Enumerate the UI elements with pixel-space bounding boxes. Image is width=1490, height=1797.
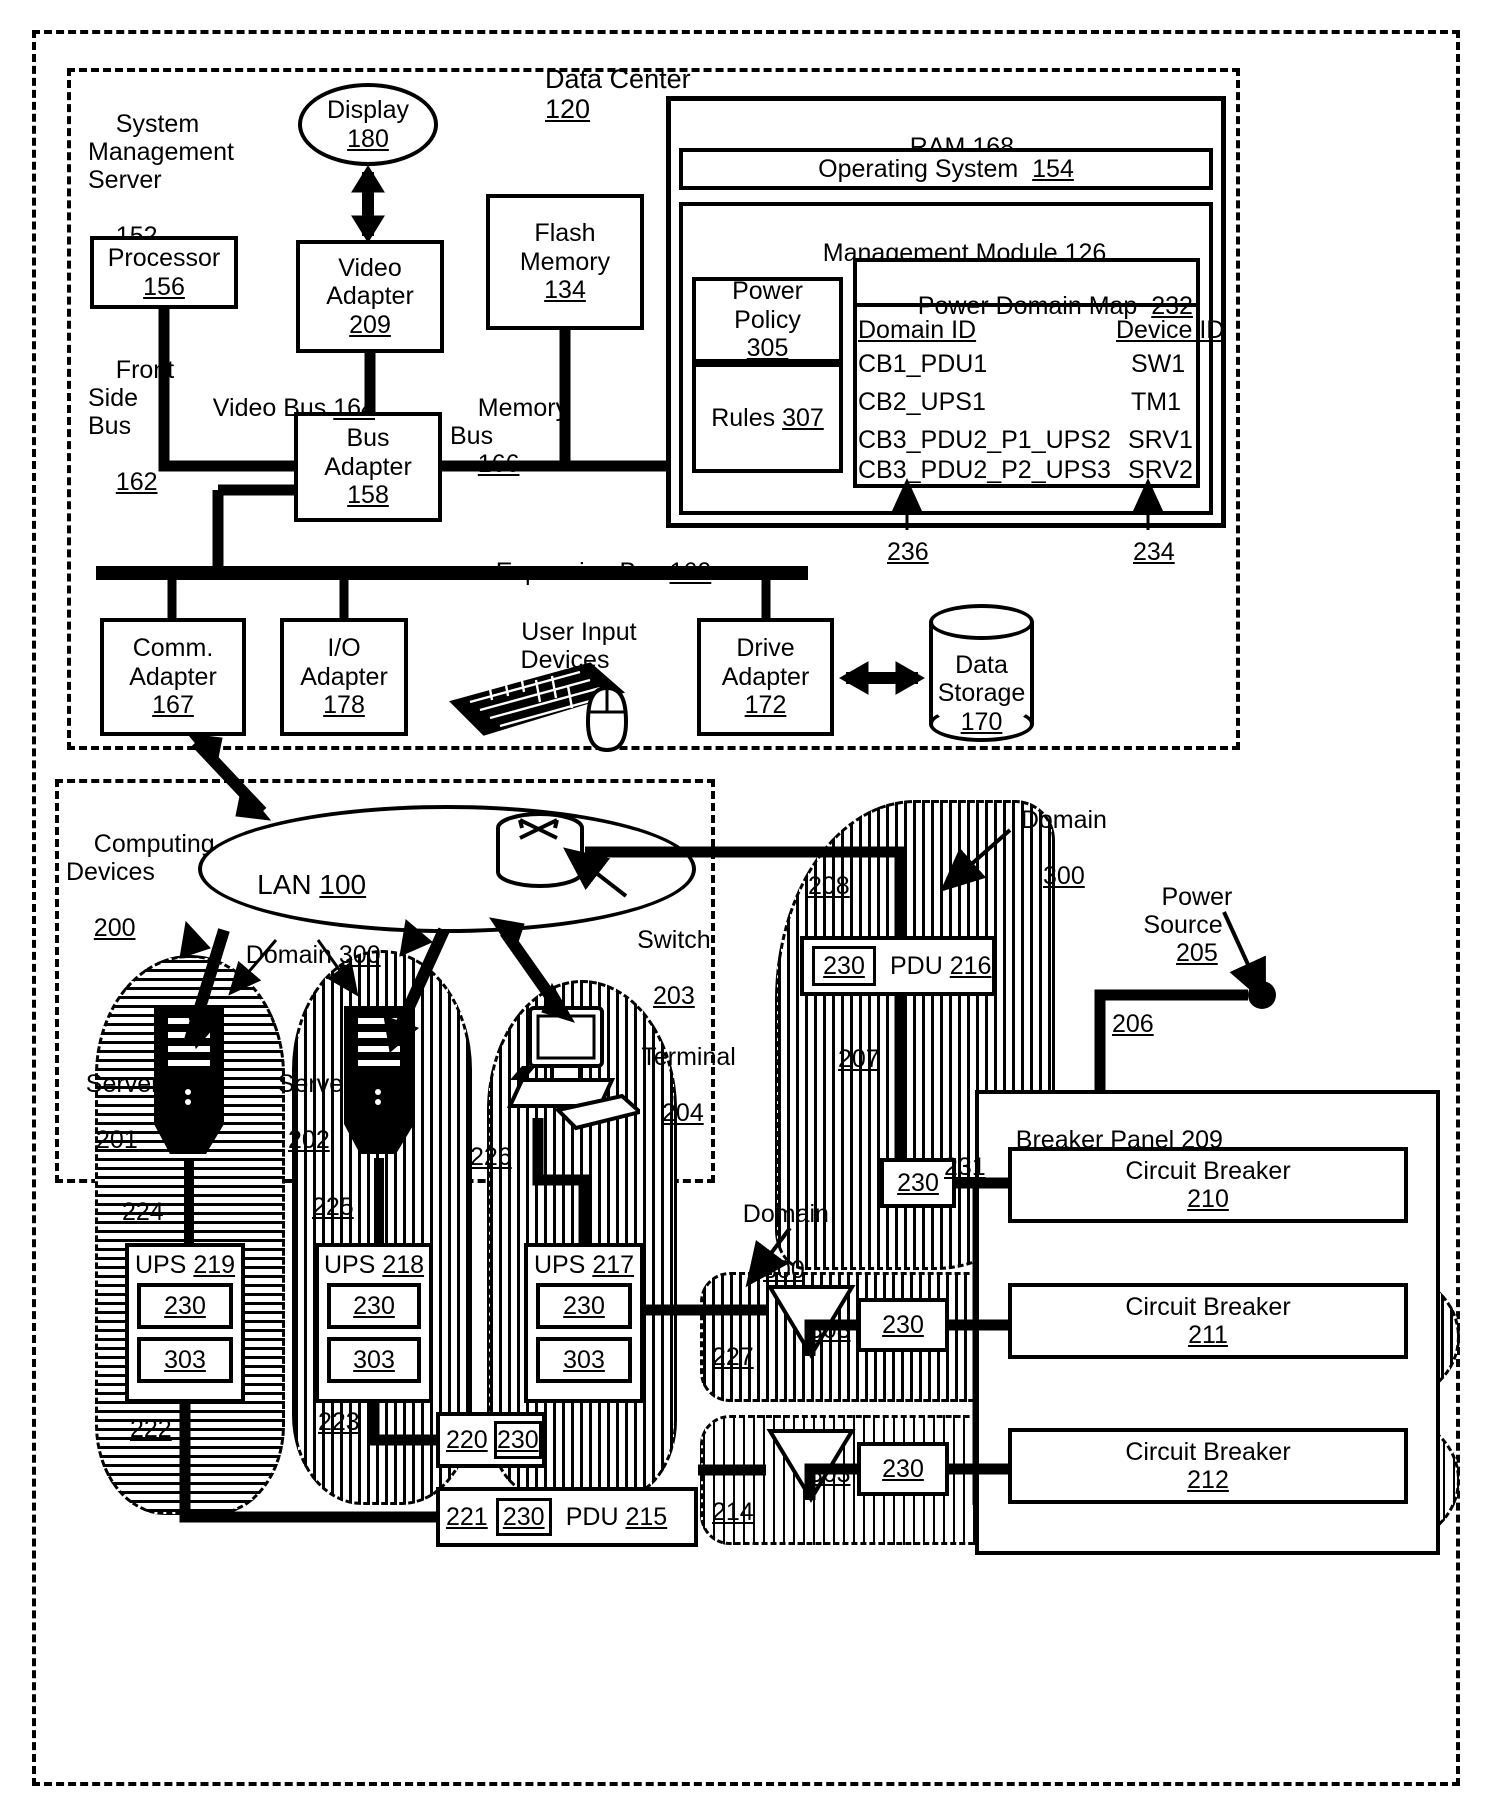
ups-217-meter: 230 (536, 1283, 632, 1329)
table-row: CB3_PDU2_P2_UPS3 (858, 456, 1111, 484)
conductor-207: 207 (838, 1045, 880, 1073)
server-201-label: Server 201 (85, 1070, 160, 1154)
pdu-216-node: 230 PDU 216 (800, 936, 996, 996)
terminal-label: Terminal 204 (641, 1043, 736, 1127)
power-policy-block: Power Policy 305 (692, 277, 843, 363)
conductor-227: 227 (712, 1343, 754, 1371)
conductor-223: 223 (318, 1408, 360, 1436)
power-domain-map-header-rule (853, 303, 1200, 307)
table-row: SW1 (1131, 350, 1186, 378)
meter-230: 230 (502, 1502, 545, 1531)
domain-300-label-left: Domain 300 (245, 941, 381, 969)
front-side-bus-label: Front Side Bus 162 (88, 356, 175, 496)
pdu-215-outlet-220: 220 230 (436, 1412, 546, 1468)
processor-node: Processor 156 (90, 236, 238, 309)
conductor-226: 226 (470, 1143, 512, 1171)
power-domain-map-col-device-id: Device ID (1116, 316, 1225, 344)
table-row: CB2_UPS1 (858, 388, 986, 416)
power-domain-map-col-domain-id: Domain ID (858, 316, 977, 344)
table-row: SRV1 (1128, 426, 1193, 454)
ups-219-sensor: 303 (137, 1337, 233, 1383)
circuit-breaker-210: Circuit Breaker 210 (1008, 1147, 1408, 1223)
circuit-breaker-211: Circuit Breaker 211 (1008, 1283, 1408, 1359)
conductor-225: 225 (312, 1193, 354, 1221)
ups-218-sensor: 303 (327, 1337, 421, 1383)
rules-block: Rules 307 (692, 363, 843, 473)
operating-system-block: Operating System 154 (679, 148, 1213, 190)
pdu-215-node: 221 230 PDU 215 (436, 1487, 698, 1547)
sensor-303-upper-label: 303 (808, 1316, 851, 1344)
table-row: CB1_PDU1 (858, 350, 988, 378)
circuit-breaker-212: Circuit Breaker 212 (1008, 1428, 1408, 1504)
conductor-222: 222 (130, 1415, 172, 1443)
conductor-206: 206 (1112, 1010, 1154, 1038)
conductor-208: 208 (808, 872, 850, 900)
table-row: CB3_PDU2_P1_UPS2 (858, 426, 1111, 454)
display-node: Display 180 (298, 83, 438, 166)
meter-230: 230 (497, 1425, 539, 1454)
domain-300-label-top-right: Domain 300 (1020, 806, 1107, 890)
ups-217-sensor: 303 (536, 1337, 632, 1383)
mouse-icon (582, 682, 632, 754)
meter-230-cb211: 230 (857, 1298, 949, 1352)
table-row: SRV2 (1128, 456, 1193, 484)
ups-219-meter: 230 (137, 1283, 233, 1329)
drive-adapter-node: Drive Adapter 172 (697, 618, 834, 736)
memory-bus-label: Memory Bus 166 (450, 394, 569, 478)
server-202-label: Server 202 (277, 1070, 352, 1154)
switch-icon (495, 812, 585, 890)
computing-devices-label: Computing Devices 200 (66, 830, 215, 942)
sensor-303-lower-label: 303 (808, 1460, 851, 1488)
callout-236: 236 (887, 538, 929, 566)
callout-234: 234 (1133, 538, 1175, 566)
meter-230: 230 (823, 951, 865, 980)
io-adapter-node: I/O Adapter 178 (280, 618, 408, 736)
server-201-icon (148, 1000, 230, 1160)
conductor-231: 231 (944, 1153, 986, 1181)
flash-memory-node: Flash Memory 134 (486, 194, 644, 330)
table-row: TM1 (1131, 388, 1181, 416)
comm-adapter-node: Comm. Adapter 167 (100, 618, 246, 736)
patent-figure: Data Center 120 System Management Server… (0, 0, 1490, 1797)
video-adapter-node: Video Adapter 209 (296, 240, 444, 353)
conductor-214: 214 (712, 1498, 754, 1526)
ups-218-meter: 230 (327, 1283, 421, 1329)
conductor-224: 224 (122, 1198, 164, 1226)
video-bus-label: Video Bus 164 (212, 394, 375, 422)
data-storage-node: Data Storage 170 (929, 604, 1034, 742)
power-source-label: Power Source 205 (1143, 883, 1233, 967)
meter-230-cb212: 230 (857, 1442, 949, 1496)
